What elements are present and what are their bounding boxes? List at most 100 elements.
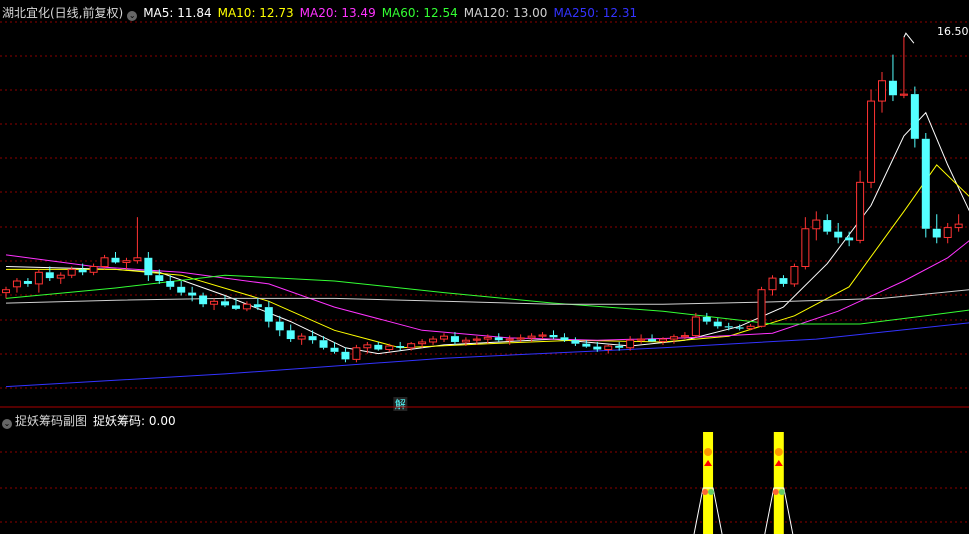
signal-bar[interactable] [764, 432, 794, 534]
candle-body [199, 295, 208, 305]
candle[interactable] [396, 341, 405, 351]
candle-body [407, 343, 416, 349]
candle[interactable] [2, 286, 10, 299]
candle-body [790, 265, 799, 285]
candle[interactable] [210, 298, 219, 311]
candle-body [34, 271, 43, 285]
candle[interactable] [604, 344, 613, 354]
candle[interactable] [757, 286, 766, 328]
candle[interactable] [297, 333, 306, 345]
candle[interactable] [867, 89, 876, 189]
candle[interactable] [943, 222, 952, 244]
signal-column [773, 432, 784, 534]
candle-body [845, 237, 854, 241]
candle-body [472, 338, 481, 341]
candle[interactable] [899, 37, 908, 99]
candle[interactable] [801, 217, 810, 270]
candle[interactable] [450, 332, 459, 345]
candle[interactable] [626, 336, 635, 351]
candle[interactable] [494, 333, 503, 342]
candle[interactable] [790, 263, 799, 287]
signal-bar[interactable] [693, 432, 723, 534]
candle-body [834, 231, 843, 238]
candle[interactable] [221, 295, 229, 308]
dropdown-icon[interactable]: ⌄ [127, 11, 138, 21]
candle[interactable] [571, 337, 580, 347]
candle[interactable] [45, 266, 54, 282]
candle[interactable] [177, 281, 186, 296]
candle[interactable] [538, 332, 547, 340]
candle[interactable] [823, 214, 832, 235]
candle[interactable] [133, 217, 142, 264]
candle[interactable] [878, 72, 886, 113]
candle[interactable] [954, 214, 963, 232]
candle[interactable] [932, 214, 941, 244]
candle[interactable] [910, 86, 919, 148]
candle-body [724, 326, 733, 328]
candle[interactable] [89, 263, 98, 276]
candle[interactable] [691, 312, 700, 338]
candlestick-series[interactable] [2, 32, 963, 363]
candle[interactable] [888, 54, 897, 102]
candle[interactable] [505, 335, 514, 345]
candle-body [954, 223, 963, 229]
candle[interactable] [264, 301, 273, 328]
candle-body [78, 269, 87, 273]
candle[interactable] [374, 341, 383, 351]
candle-body [812, 219, 821, 230]
candle[interactable] [648, 334, 657, 342]
event-markers[interactable]: 解涨榜 [393, 397, 969, 411]
candle[interactable] [921, 132, 930, 238]
dropdown-icon[interactable]: ⌄ [2, 419, 12, 429]
indicator-subchart[interactable] [693, 432, 794, 534]
candle[interactable] [308, 330, 317, 344]
candle-body [374, 344, 383, 350]
candle-body [494, 337, 503, 341]
candle[interactable] [637, 334, 646, 344]
candle[interactable] [341, 347, 350, 363]
candle-body [275, 321, 284, 331]
candle[interactable] [56, 272, 65, 284]
event-marker[interactable]: 解 [393, 397, 408, 411]
candle-body [680, 335, 689, 338]
candle[interactable] [34, 269, 43, 293]
candle[interactable] [429, 336, 438, 345]
ma-legend-item: MA10: 12.73 [217, 6, 294, 20]
candle-body [429, 338, 438, 343]
candle[interactable] [746, 323, 755, 331]
candle[interactable] [352, 344, 361, 363]
candle[interactable] [12, 278, 21, 293]
candle[interactable] [155, 269, 164, 284]
candle-body [768, 277, 777, 291]
candle-body [921, 138, 930, 229]
candle[interactable] [549, 330, 558, 340]
candle[interactable] [669, 334, 678, 344]
candle[interactable] [856, 170, 865, 244]
moving-average-lines [5, 111, 969, 388]
candle[interactable] [845, 231, 854, 247]
candle[interactable] [286, 324, 295, 342]
candle[interactable] [111, 251, 120, 264]
candle[interactable] [779, 275, 788, 287]
signal-column [703, 432, 714, 534]
main-chart-header: 湖北宜化(日线,前复权) ⌄ MA5: 11.84 MA10: 12.73 MA20: … [2, 5, 649, 21]
candle[interactable] [768, 275, 777, 296]
candle-body [56, 274, 65, 279]
candle[interactable] [440, 333, 448, 342]
candle-body [713, 321, 722, 327]
candle-body [23, 281, 32, 284]
candle[interactable] [23, 278, 32, 287]
candle-body [943, 227, 952, 238]
candle[interactable] [812, 211, 821, 241]
candle[interactable] [231, 298, 240, 311]
coin-icon [774, 448, 783, 456]
candle[interactable] [253, 298, 262, 311]
candle[interactable] [724, 322, 733, 331]
max-price-label: 16.50 [937, 25, 969, 38]
candle[interactable] [834, 222, 843, 244]
candle[interactable] [385, 343, 394, 352]
candle[interactable] [702, 312, 711, 325]
candle[interactable] [144, 251, 153, 282]
candle-body [637, 338, 646, 341]
candle[interactable] [122, 257, 131, 270]
